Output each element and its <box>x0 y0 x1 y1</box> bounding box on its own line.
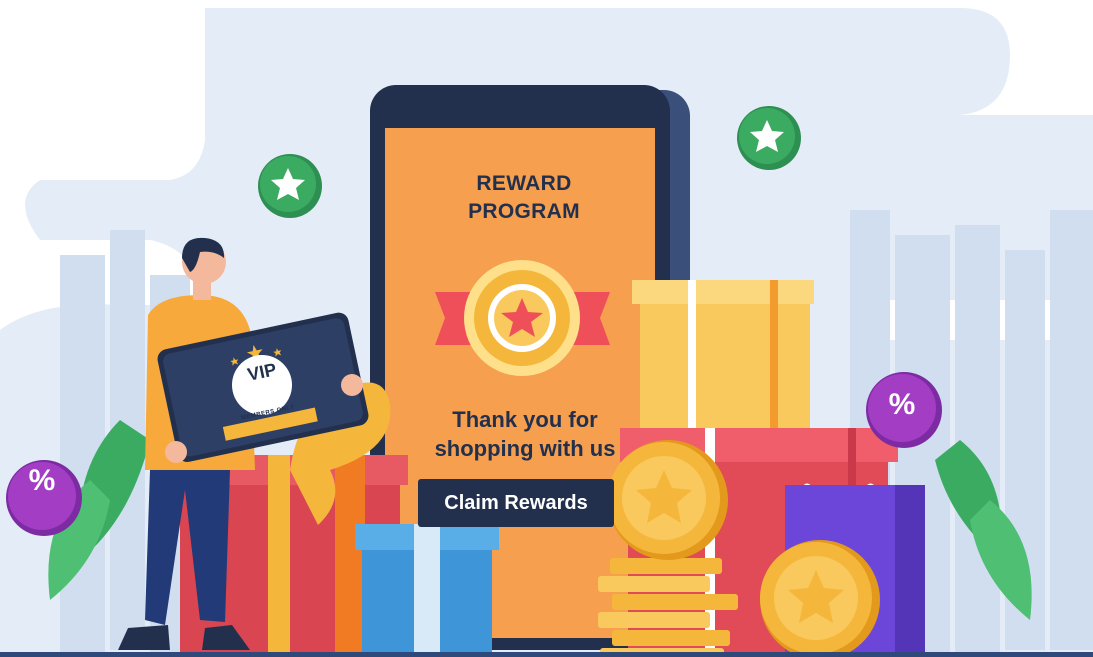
claim-rewards-button[interactable]: Claim Rewards <box>418 479 614 527</box>
title-line-2: PROGRAM <box>468 200 580 223</box>
illustration-art <box>0 8 1093 657</box>
reward-program-illustration: REWARD PROGRAM Thank you for shopping wi… <box>0 0 1093 657</box>
thanks-line-2: shopping with us <box>434 436 616 461</box>
star-badge-icon <box>737 106 801 170</box>
star-badge-icon <box>258 154 322 218</box>
hand <box>341 374 363 396</box>
percent-label-left: % <box>28 464 56 497</box>
coin-stack <box>598 558 738 657</box>
hand <box>165 441 187 463</box>
percent-label-right: % <box>888 388 916 421</box>
gold-coin-icon <box>760 540 880 657</box>
title-line-1: REWARD <box>476 172 572 195</box>
bottom-border <box>0 652 1093 657</box>
reward-program-title: REWARD PROGRAM <box>395 170 653 226</box>
thanks-line-1: Thank you for <box>452 407 598 432</box>
thank-you-message: Thank you for shopping with us <box>400 405 650 463</box>
gift-box-icon <box>355 524 499 657</box>
